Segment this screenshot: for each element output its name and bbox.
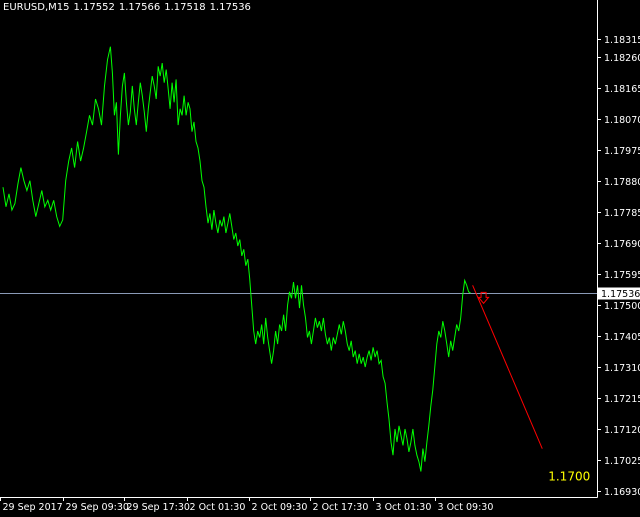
high-price: 1.17566 xyxy=(118,2,161,13)
y-tick-label: 1.18070 xyxy=(604,115,640,126)
symbol-timeframe: EURUSD,M15 xyxy=(3,2,70,13)
y-tick-label: 1.17025 xyxy=(604,456,640,467)
y-tick-label: 1.17405 xyxy=(604,332,640,343)
x-tick-label: 29 Sep 09:30 xyxy=(66,502,129,513)
y-tick-label: 1.18260 xyxy=(604,53,640,64)
y-tick-label: 1.17120 xyxy=(604,425,640,436)
y-tick-label: 1.17975 xyxy=(604,146,640,157)
y-tick-label: 1.16930 xyxy=(604,487,640,498)
y-tick-label: 1.17690 xyxy=(604,239,640,250)
x-tick-label: 3 Oct 09:30 xyxy=(438,502,494,513)
y-tick-label: 1.17500 xyxy=(604,301,640,312)
x-tick-label: 29 Sep 2017 xyxy=(3,502,63,513)
y-tick-label: 1.17310 xyxy=(604,363,640,374)
x-tick-label: 2 Oct 17:30 xyxy=(313,502,369,513)
price-chart[interactable]: 1.18315 1.18260 1.18165 1.18070 1.17975 1.178… xyxy=(0,0,640,517)
y-tick-label: 1.18315 xyxy=(604,35,640,46)
x-tick-label: 3 Oct 01:30 xyxy=(376,502,432,513)
price-series-line xyxy=(2,46,471,472)
projection-line xyxy=(472,285,543,449)
y-tick-label: 1.18165 xyxy=(604,84,640,95)
x-tick-label: 2 Oct 09:30 xyxy=(252,502,308,513)
bid-price-label: 1.17536 xyxy=(601,289,640,300)
y-tick-label: 1.17785 xyxy=(604,208,640,219)
y-tick-label: 1.17880 xyxy=(604,177,640,188)
y-tick-label: 1.17215 xyxy=(604,394,640,405)
target-price-label: 1.1700 xyxy=(548,469,590,483)
low-price: 1.17518 xyxy=(164,2,206,13)
x-tick-label: 2 Oct 01:30 xyxy=(190,502,246,513)
chart-header: EURUSD,M15 1.17552 1.17566 1.17518 1.17536 xyxy=(3,2,255,13)
x-tick-label: 29 Sep 17:30 xyxy=(127,502,190,513)
open-price: 1.17552 xyxy=(73,2,115,13)
y-tick-label: 1.17595 xyxy=(604,270,640,281)
close-price: 1.17536 xyxy=(209,2,251,13)
